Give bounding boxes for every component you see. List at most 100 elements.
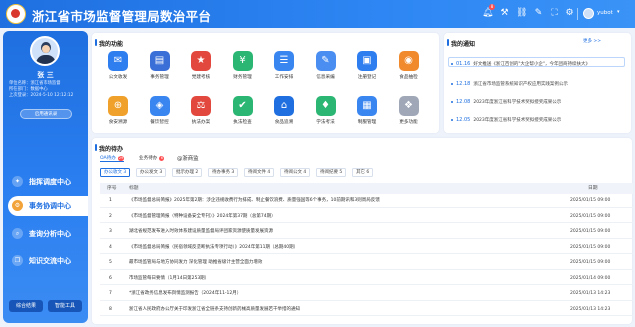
subtab-minutes-to-read[interactable]: 待阅纪要 5 [316, 168, 347, 177]
header-username[interactable]: yubot [597, 10, 613, 16]
pencil-icon[interactable]: ✎ [533, 8, 544, 19]
function-tile[interactable]: ⊕ 食安溯源 [98, 96, 138, 132]
function-label: 执法检查 [233, 120, 252, 125]
top-header: 浙江省市场监督管理局数治平台 🔔︎ 8 ⚒ ⛓ ✎ ⛶ ⚙ yubot ▾ [0, 0, 635, 28]
row-title: *浙江省政务信息发布舆情监测报告（2024年11-12月） [129, 291, 242, 296]
sidebar-item-label: 知识交流中心 [29, 257, 71, 265]
row-date: 2025/01/13 14:23 [570, 306, 611, 312]
header-divider [577, 8, 578, 20]
table-row[interactable]: 6 市场监管每日要情（1月14日第253期） 2025/01/14 09:00 [100, 273, 633, 285]
function-tile[interactable]: ⚖ 执法办案 [181, 96, 221, 132]
function-icon: ▣ [357, 51, 377, 71]
function-tile[interactable]: ¥ 财务管理 [223, 51, 263, 87]
gear-icon[interactable]: ⚙ [564, 8, 575, 19]
address-book-button[interactable]: 启用通讯录 [20, 109, 72, 119]
row-date: 2025/01/13 14:23 [570, 291, 611, 296]
function-tile[interactable]: ⌂ 食品追溯 [264, 96, 304, 132]
subtab-other[interactable]: 其它 6 [352, 168, 374, 177]
row-number: 4 [109, 244, 112, 250]
function-icon: ✉ [108, 51, 128, 71]
table-header: 序号 标题 日期 [100, 183, 633, 194]
table-row[interactable]: 1 《市场监督总局简报》2025年第2期：涉企违规收费行为排成、制止餐饮浪费、质量… [100, 195, 633, 208]
subtab-docs-to-read[interactable]: 待阅公文 4 [280, 168, 311, 177]
function-tile[interactable]: ✎ 信息采编 [306, 51, 346, 87]
row-date: 2025/01/15 09:00 [570, 244, 611, 250]
function-icon: ¥ [232, 51, 253, 71]
function-icon: ⌂ [274, 96, 294, 116]
sidebar-item-label: 查询分析中心 [29, 230, 71, 238]
count-badge: 29 [117, 156, 125, 161]
row-number: 6 [109, 275, 112, 281]
subtab-incoming-docs[interactable]: 办公收文 3 [100, 168, 131, 177]
function-label: 食品追溯 [274, 120, 294, 125]
notice-item[interactable]: 01.16 好文推送《浙江百创的"大企帮小企"，今年团商持续扶大》 [451, 60, 621, 69]
column-no: 序号 [107, 186, 117, 191]
tab-business-todo[interactable]: 业务待办 6 [139, 155, 165, 161]
function-label: 财务管理 [233, 75, 252, 80]
function-label: 制服管理 [357, 120, 377, 125]
table-row[interactable]: 2 《市场监督管理简报（特种设备安全专刊）》2024年第37期（总第74期） 202… [100, 211, 633, 223]
notice-item[interactable]: 12.05 2023年度浙江省科学技术奖拟授奖成果公示 [451, 116, 621, 125]
function-tile[interactable]: ▤ 事务管理 [140, 51, 180, 87]
row-title: 《市场监督管理简报（特种设备安全专刊）》2024年第37期（总第74期） [129, 213, 276, 219]
wrench-icon[interactable]: ⚒ [499, 8, 510, 19]
function-label: 公文收发 [108, 75, 128, 80]
function-tile[interactable]: ♦ 学法考法 [306, 96, 346, 132]
row-date: 2025/01/14 09:00 [570, 275, 611, 281]
row-number: 7 [109, 291, 112, 296]
function-label: 注册登记 [357, 75, 377, 80]
function-label: 工作安排 [274, 75, 294, 80]
row-number: 8 [109, 306, 112, 312]
subtab-pending-affairs[interactable]: 待办事务 3 [208, 168, 239, 177]
function-tile[interactable]: ▣ 注册登记 [347, 51, 387, 87]
table-row[interactable]: 3 湖北省规范发布进入时效体系建设质量监督局评团家资源使质量发展资源 2025/01… [100, 226, 633, 239]
function-icon: ✎ [315, 51, 336, 71]
fullscreen-icon[interactable]: ⛶ [549, 8, 560, 19]
function-icon: ▦ [357, 96, 377, 116]
subtab-files-to-read[interactable]: 待阅文件 4 [244, 168, 275, 177]
table-row[interactable]: 5 最市场监管局与地方协同发力 深化管理 助推省级计主营全面力增效 2025/01/… [100, 257, 633, 270]
more-notices-link[interactable]: 更多 >> [583, 38, 601, 44]
tab-oa-todo[interactable]: OA待办 29 [100, 155, 125, 162]
function-tile[interactable]: ✉ 公文收发 [98, 51, 138, 87]
table-row[interactable]: 4 《市场监督总局简报（民宿领域反垄断执法专项行动）》2024年第11期（总期40… [100, 242, 633, 254]
todo-title: 我的待办 [99, 146, 124, 153]
function-tile[interactable]: ◉ 食品抽检 [389, 51, 429, 87]
avatar[interactable] [583, 8, 594, 19]
row-date: 2025/01/15 09:00 [570, 229, 611, 234]
link-icon[interactable]: ⛓ [516, 8, 527, 19]
function-tile[interactable]: ☰ 工作安排 [264, 51, 304, 87]
notice-item[interactable]: 12.08 2023年度浙江省科学技术奖拟授奖成果公示 [451, 98, 621, 107]
function-label: 事务管理 [150, 75, 169, 80]
function-tile[interactable]: ◈ 餐饮智控 [140, 96, 180, 132]
column-date: 日期 [588, 186, 598, 191]
function-icon: ★ [191, 51, 211, 71]
subtab-instructions[interactable]: 批示办理 2 [172, 168, 203, 177]
subtab-outgoing-docs[interactable]: 办公发文 3 [136, 168, 167, 177]
function-tile[interactable]: ★ 党建考核 [181, 51, 221, 87]
function-icon: ◉ [398, 51, 419, 71]
compass-icon: ✦ [12, 176, 23, 187]
function-tile[interactable]: ▦ 制服管理 [347, 96, 387, 132]
function-tile[interactable]: ✔ 执法检查 [223, 96, 263, 132]
sidebar-item-query[interactable]: ⌕ 查询分析中心 [3, 224, 88, 244]
overall-results-button[interactable]: 综合结果 [9, 300, 43, 312]
notice-item[interactable]: 12.18 浙江省市场监管系统知识产权应用实践案例公示 [451, 80, 621, 89]
tab-zheshangjian[interactable]: @浙商监 [177, 154, 199, 162]
chevron-down-icon[interactable]: ▾ [617, 9, 620, 15]
function-icon: ☰ [274, 51, 294, 71]
function-icon: ❖ [398, 96, 419, 116]
count-badge: 6 [159, 156, 165, 161]
table-row[interactable]: 8 浙江省人民政府办公厅关于印发浙江省全链条支持创新药械高质量发展若干举措的通知 2… [100, 304, 633, 316]
function-icon: ⊕ [108, 96, 128, 116]
sidebar: 张 三 单位名称：浙江省市场监督 所在部门：数据中心 上次登录：2024-5-1… [3, 31, 88, 323]
row-title: 浙江省人民政府办公厅关于印发浙江省全链条支持创新药械高质量发展若干举措的通知 [129, 306, 300, 312]
sidebar-item-knowledge[interactable]: ❐ 知识交流中心 [3, 251, 88, 271]
smart-tools-button[interactable]: 智能工具 [48, 300, 82, 312]
table-row[interactable]: 7 *浙江省政务信息发布舆情监测报告（2024年11-12月） 2025/01/13… [100, 288, 633, 301]
function-tile[interactable]: ❖ 更多功能 [389, 96, 429, 132]
notices-title: 我的通知 [451, 41, 476, 48]
row-date: 2025/01/15 09:00 [570, 213, 611, 219]
sidebar-item-affairs[interactable]: ⚙ 事务协调中心 [8, 196, 88, 216]
sidebar-item-command[interactable]: ✦ 指挥调度中心 [3, 172, 88, 192]
